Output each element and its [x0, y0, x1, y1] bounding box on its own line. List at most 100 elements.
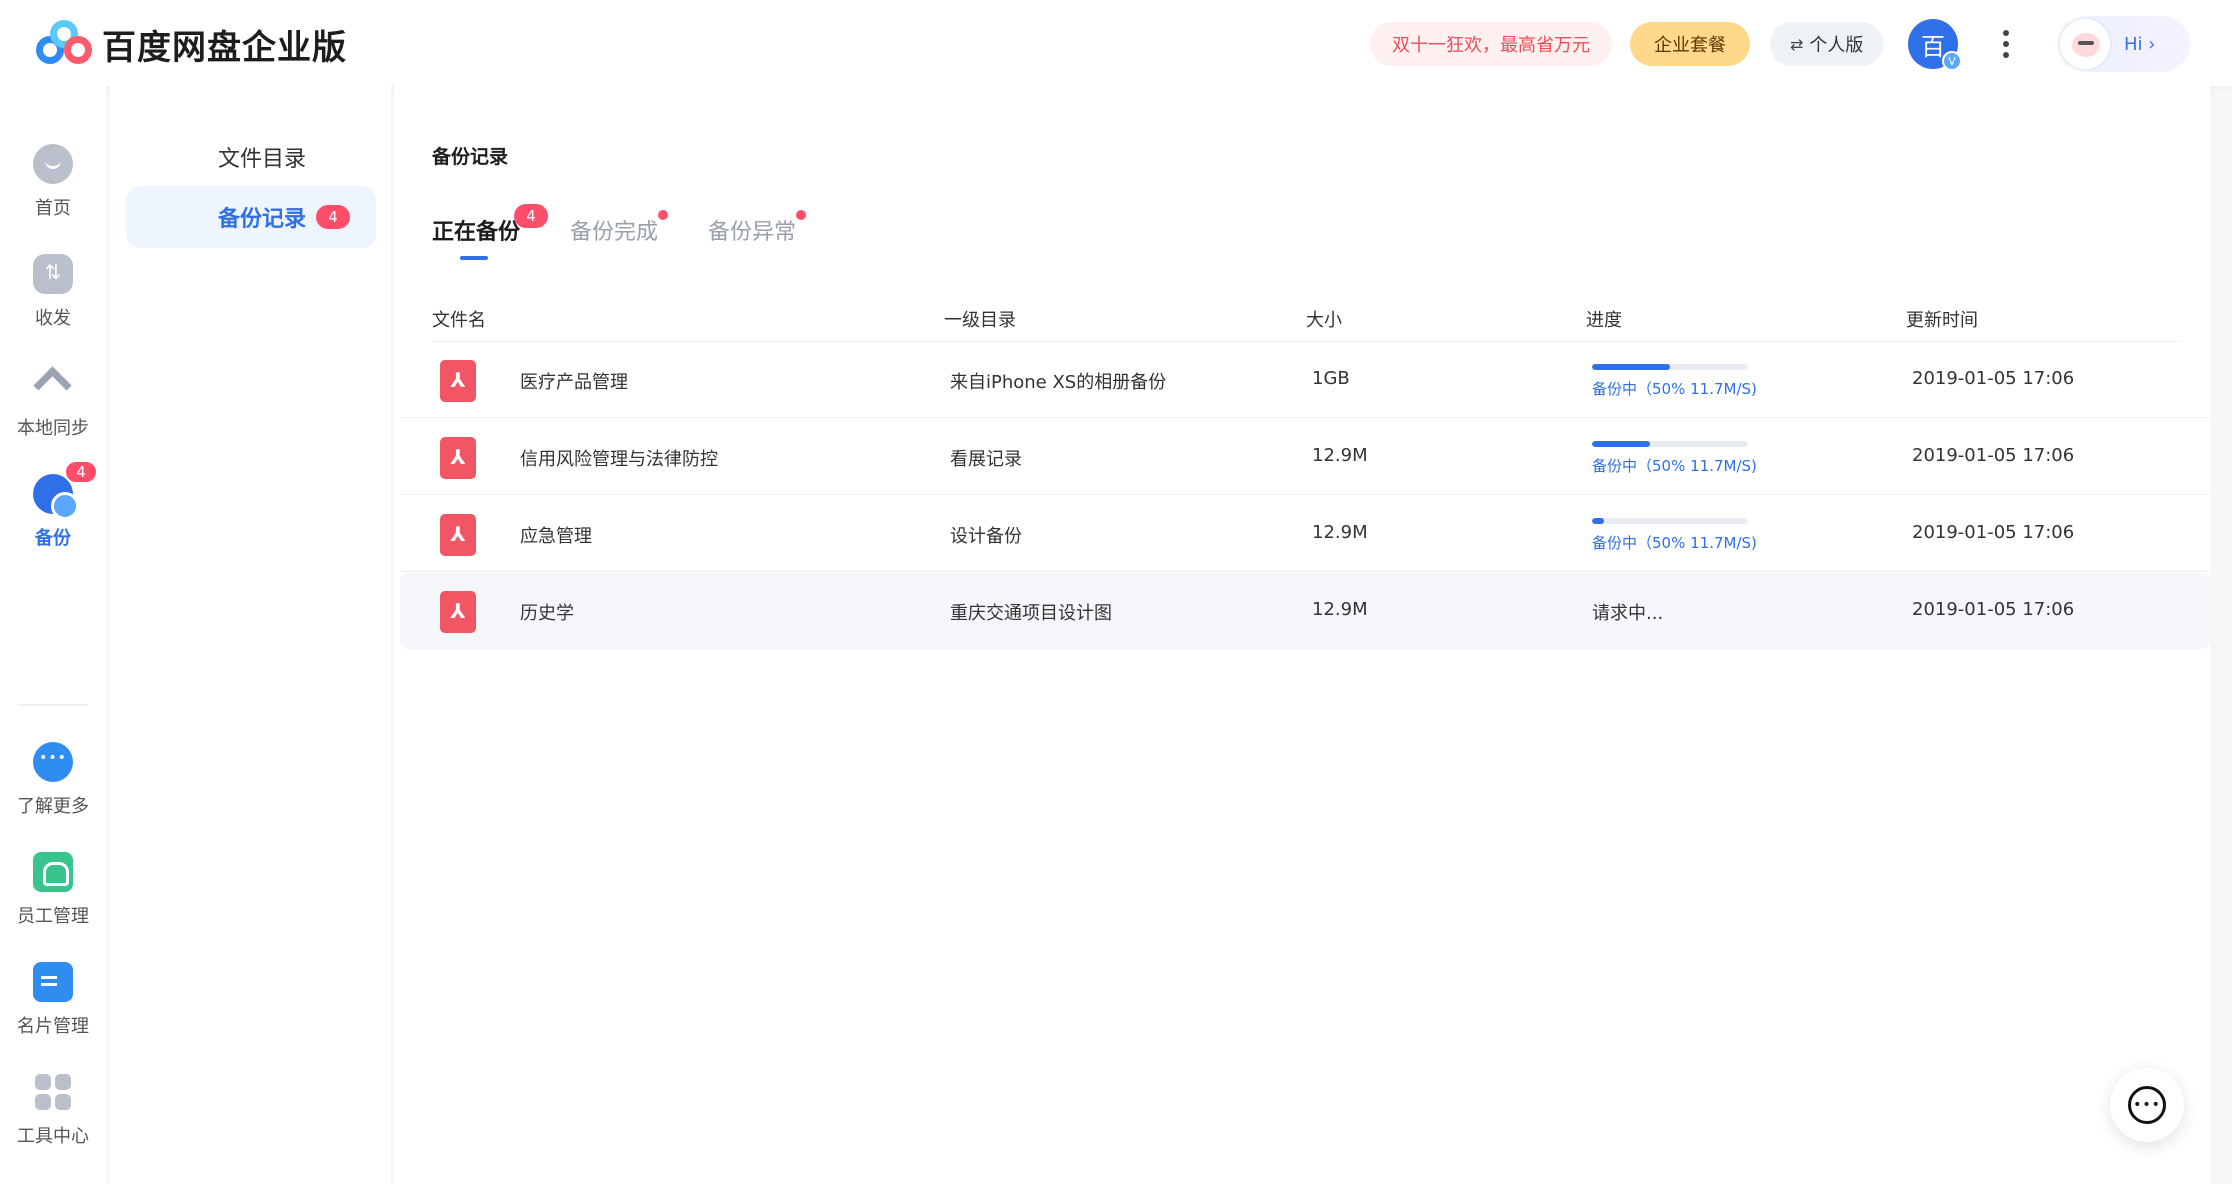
subnav-item-backup-records[interactable]: 备份记录 4 — [126, 186, 376, 248]
file-name[interactable]: 信用风险管理与法律防控 — [520, 445, 718, 471]
backup-progress: 备份中（50% 11.7M/S) — [1592, 441, 1757, 476]
progress-text: 备份中（50% 11.7M/S) — [1592, 534, 1757, 552]
left-rail: 首页 收发 本地同步 4 备份 了解更多 员工管理 名片管理 工具中心 — [0, 86, 106, 1184]
rail-item-card[interactable]: 名片管理 — [0, 962, 106, 1038]
enterprise-suite-button[interactable]: 企业套餐 — [1630, 22, 1750, 66]
rail-item-local-sync[interactable]: 本地同步 — [0, 364, 106, 440]
rail-item-label: 员工管理 — [17, 906, 89, 927]
tab-backing-up[interactable]: 正在备份 4 — [432, 204, 548, 260]
column-header-progress[interactable]: 进度 — [1586, 306, 1622, 332]
rail-item-staff[interactable]: 员工管理 — [0, 852, 106, 928]
tab-backup-error[interactable]: 备份异常 — [708, 210, 807, 260]
file-size: 12.9M — [1312, 445, 1368, 466]
progress-fill — [1592, 518, 1605, 524]
subnav-item-label: 文件目录 — [218, 147, 307, 172]
top-bar: 百度网盘企业版 双十一狂欢，最高省万元 企业套餐 ⇄ 个人版 百 V Hi › — [0, 0, 2232, 86]
updated-time: 2019-01-05 17:06 — [1912, 445, 2075, 466]
rail-item-label: 首页 — [35, 198, 71, 219]
sync-icon — [33, 364, 73, 404]
tab-label: 备份异常 — [708, 220, 797, 245]
personal-edition-label: 个人版 — [1809, 35, 1864, 56]
more-menu-icon[interactable] — [1994, 26, 2018, 62]
promo-banner[interactable]: 双十一狂欢，最高省万元 — [1370, 22, 1612, 66]
pdf-file-icon — [440, 514, 476, 556]
file-size: 12.9M — [1312, 599, 1368, 620]
rail-item-home[interactable]: 首页 — [0, 144, 106, 220]
rail-item-transfer[interactable]: 收发 — [0, 254, 106, 330]
transfer-icon — [33, 254, 73, 294]
table-header: 文件名 一级目录 大小 进度 更新时间 — [432, 296, 2182, 342]
rail-item-tools[interactable]: 工具中心 — [0, 1072, 106, 1148]
file-size: 1GB — [1312, 368, 1350, 389]
file-name[interactable]: 应急管理 — [520, 522, 592, 548]
avatar-text: 百 — [1921, 32, 1945, 61]
rail-item-learn-more[interactable]: 了解更多 — [0, 742, 106, 818]
rail-item-label: 收发 — [35, 308, 71, 329]
table-row[interactable]: 信用风险管理与法律防控 看展记录 12.9M 备份中（50% 11.7M/S) … — [400, 419, 2210, 495]
progress-text: 备份中（50% 11.7M/S) — [1592, 380, 1757, 398]
baidu-netdisk-logo-icon — [36, 20, 92, 68]
file-name[interactable]: 医疗产品管理 — [520, 368, 628, 394]
chat-support-button[interactable]: ••• — [2110, 1068, 2184, 1142]
table-row[interactable]: 医疗产品管理 来自iPhone XS的相册备份 1GB 备份中（50% 11.7… — [400, 342, 2210, 418]
backup-records-badge: 4 — [316, 205, 351, 229]
link-icon: ⇄ — [1790, 34, 1804, 54]
column-header-name[interactable]: 文件名 — [432, 306, 486, 332]
progress-bar — [1592, 441, 1748, 447]
subnav-item-label: 备份记录 — [218, 207, 307, 232]
tab-notification-dot — [796, 210, 807, 220]
tab-backup-complete[interactable]: 备份完成 — [570, 210, 669, 260]
brand[interactable]: 百度网盘企业版 — [36, 20, 347, 68]
avatar[interactable]: 百 V — [1908, 19, 1962, 71]
updated-time: 2019-01-05 17:06 — [1912, 368, 2075, 389]
page-title: 备份记录 — [432, 146, 509, 168]
assistant-hi-button[interactable]: Hi › — [2058, 16, 2190, 72]
staff-icon — [33, 852, 73, 892]
column-header-size[interactable]: 大小 — [1306, 306, 1342, 332]
tools-icon — [33, 1072, 73, 1112]
brand-name: 百度网盘企业版 — [102, 27, 347, 68]
file-directory: 来自iPhone XS的相册备份 — [950, 372, 1167, 393]
personal-edition-button[interactable]: ⇄ 个人版 — [1770, 22, 1884, 66]
file-directory: 设计备份 — [950, 526, 1022, 547]
progress-bar — [1592, 364, 1748, 370]
tab-label: 正在备份 — [432, 220, 521, 245]
more-icon — [33, 742, 73, 782]
table-row[interactable]: 应急管理 设计备份 12.9M 备份中（50% 11.7M/S) 2019-01… — [400, 496, 2210, 572]
column-header-updated-time[interactable]: 更新时间 — [1906, 306, 1978, 332]
file-name[interactable]: 历史学 — [520, 599, 574, 625]
file-size: 12.9M — [1312, 522, 1368, 543]
mascot-icon — [2058, 17, 2112, 71]
verified-badge: V — [1942, 51, 1962, 71]
card-icon — [33, 962, 73, 1002]
updated-time: 2019-01-05 17:06 — [1912, 599, 2075, 620]
pdf-file-icon — [440, 360, 476, 402]
updated-time: 2019-01-05 17:06 — [1912, 522, 2075, 543]
rail-item-label: 备份 — [35, 528, 71, 549]
backup-progress: 备份中（50% 11.7M/S) — [1592, 364, 1757, 399]
file-directory: 看展记录 — [950, 449, 1022, 470]
file-directory: 重庆交通项目设计图 — [950, 603, 1112, 624]
pdf-file-icon — [440, 437, 476, 479]
tab-count-badge: 4 — [514, 204, 548, 228]
rail-item-label: 名片管理 — [17, 1016, 89, 1037]
rail-item-backup[interactable]: 4 备份 — [0, 460, 106, 550]
tab-notification-dot — [658, 210, 669, 220]
pdf-file-icon — [440, 591, 476, 633]
chat-icon: ••• — [2128, 1086, 2166, 1124]
rail-item-label: 本地同步 — [17, 418, 89, 439]
rail-item-label: 了解更多 — [17, 796, 89, 817]
table-row[interactable]: 历史学 重庆交通项目设计图 12.9M 请求中... 2019-01-05 17… — [400, 573, 2210, 649]
column-header-directory[interactable]: 一级目录 — [944, 306, 1016, 332]
hi-label: Hi › — [2124, 33, 2156, 55]
progress-fill — [1592, 364, 1670, 370]
subnav-item-file-directory[interactable]: 文件目录 — [126, 126, 376, 188]
home-icon — [33, 144, 73, 184]
backup-progress: 备份中（50% 11.7M/S) — [1592, 518, 1757, 553]
rail-item-label: 工具中心 — [17, 1126, 89, 1147]
progress-bar — [1592, 518, 1748, 524]
main-content: 备份记录 正在备份 4 备份完成 备份异常 文件名 一级目录 大小 进度 更新时… — [394, 86, 2210, 1184]
tab-label: 备份完成 — [570, 220, 659, 245]
progress-fill — [1592, 441, 1650, 447]
backup-count-badge: 4 — [64, 460, 98, 484]
